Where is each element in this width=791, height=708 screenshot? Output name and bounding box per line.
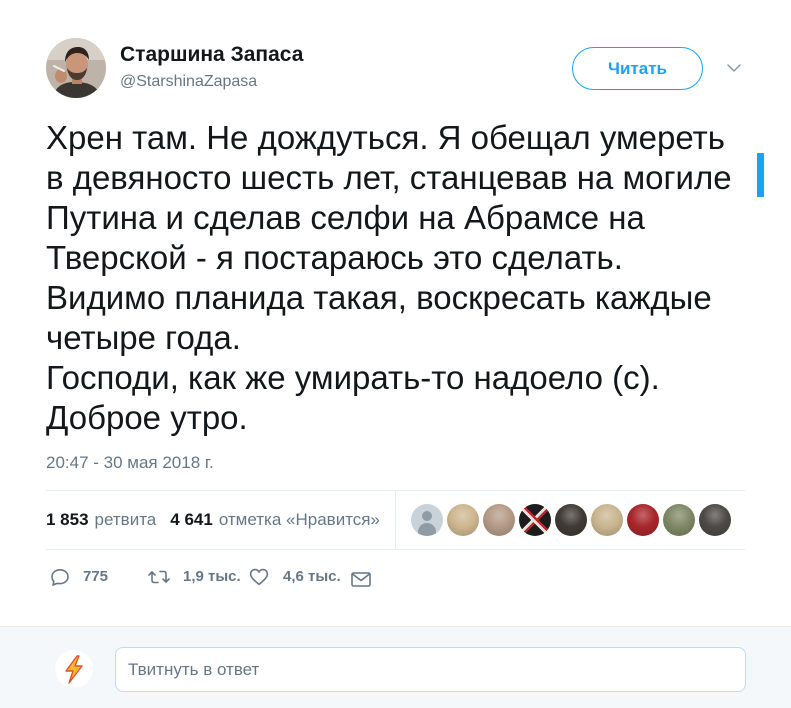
direct-message-button[interactable] — [351, 570, 371, 588]
envelope-icon — [351, 571, 371, 587]
reply-icon — [50, 568, 70, 586]
author-avatar-photo — [46, 38, 106, 98]
liker-avatar[interactable] — [483, 504, 515, 536]
tweet-text-line: Хрен там. Не дождуться. Я обещал умереть — [46, 119, 725, 156]
liker-avatar[interactable] — [411, 504, 443, 536]
follow-button[interactable]: Читать — [572, 47, 703, 90]
author-name[interactable]: Старшина Запаса — [120, 43, 303, 67]
reply-button[interactable]: 775 — [50, 568, 108, 586]
liker-avatar[interactable] — [519, 504, 551, 536]
author-handle[interactable]: @StarshinaZapasa — [120, 72, 257, 92]
tweet-text-line: Видимо планида такая, воскресать каждые — [46, 279, 712, 316]
liker-avatar[interactable] — [663, 504, 695, 536]
like-stat[interactable]: 4 641 отметка «Нравится» — [170, 510, 380, 530]
tweet-text: Хрен там. Не дождуться. Я обещал умереть… — [46, 118, 732, 438]
tweet-stats: 1 853 ретвита 4 641 отметка «Нравится» — [46, 510, 380, 530]
like-count: 4 641 — [170, 510, 213, 529]
reply-count: 775 — [83, 568, 109, 585]
liker-avatar[interactable] — [591, 504, 623, 536]
tweet-text-line: четыре года. — [46, 319, 241, 356]
chevron-down-icon[interactable] — [726, 63, 742, 73]
current-user-avatar[interactable] — [55, 650, 93, 688]
liker-avatar[interactable] — [627, 504, 659, 536]
like-label: отметка «Нравится» — [218, 510, 380, 529]
heart-icon — [249, 568, 269, 586]
liker-avatar[interactable] — [555, 504, 587, 536]
tweet-text-line: Доброе утро. — [46, 399, 248, 436]
tweet-text-line: в девяносто шесть лет, станцевав на моги… — [46, 159, 732, 196]
liker-avatars — [411, 504, 731, 536]
tweet-text-line: Тверской - я постараюсь это сделать. — [46, 239, 623, 276]
tweet-permalink: Старшина Запаса @StarshinaZapasa Читать … — [0, 0, 791, 708]
reply-composer — [0, 626, 791, 708]
lightning-bolt-icon — [55, 650, 93, 688]
tweet-text-line: Господи, как же умирать-то надоело (с). — [46, 359, 660, 396]
retweet-label: ретвита — [94, 510, 157, 529]
retweet-count: 1 853 — [46, 510, 89, 529]
divider — [46, 549, 745, 550]
reply-input[interactable] — [115, 647, 746, 692]
like-action-count: 4,6 тыс. — [283, 568, 341, 585]
retweet-button[interactable]: 1,9 тыс. — [147, 568, 241, 586]
tweet-timestamp[interactable]: 20:47 - 30 мая 2018 г. — [46, 453, 214, 473]
retweet-icon — [147, 569, 171, 585]
tweet-text-line: Путина и сделав селфи на Абрамсе на — [46, 199, 645, 236]
retweet-stat[interactable]: 1 853 ретвита — [46, 510, 156, 530]
liker-avatar[interactable] — [699, 504, 731, 536]
retweet-action-count: 1,9 тыс. — [183, 568, 241, 585]
vertical-divider — [395, 491, 396, 549]
author-avatar[interactable] — [46, 38, 106, 98]
like-button[interactable]: 4,6 тыс. — [249, 568, 341, 586]
blue-vertical-bar — [757, 153, 764, 197]
liker-avatar[interactable] — [447, 504, 479, 536]
